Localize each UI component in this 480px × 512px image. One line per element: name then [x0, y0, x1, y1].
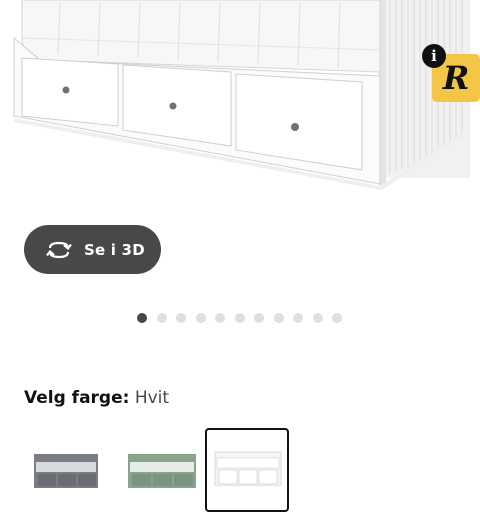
image-carousel-indicator — [137, 313, 342, 323]
product-image[interactable] — [0, 0, 480, 200]
color-option-white-thumbnail — [214, 451, 282, 486]
color-selector-label: Velg farge: Hvit — [24, 388, 169, 408]
selected-color-value: Hvit — [134, 388, 170, 408]
carousel-dot[interactable] — [312, 313, 323, 323]
carousel-dot[interactable] — [215, 313, 225, 323]
carousel-dot[interactable] — [156, 313, 167, 323]
rating-badge[interactable]: i R — [422, 44, 480, 106]
carousel-dot[interactable] — [254, 313, 264, 323]
color-swatch-list — [24, 428, 480, 512]
daybed-illustration — [13, 0, 470, 190]
carousel-dot[interactable] — [273, 313, 284, 323]
carousel-dot[interactable] — [293, 313, 303, 323]
carousel-dot[interactable] — [332, 313, 342, 323]
carousel-dot[interactable] — [195, 313, 206, 323]
info-icon[interactable]: i — [422, 44, 446, 68]
rotate-3d-icon — [46, 241, 72, 258]
view-in-3d-button[interactable]: Se i 3D — [24, 225, 161, 274]
carousel-dot[interactable] — [234, 313, 245, 323]
color-option-white[interactable] — [205, 428, 289, 512]
view-in-3d-label: Se i 3D — [84, 240, 145, 259]
color-option-green[interactable] — [120, 428, 204, 512]
color-option-green-thumbnail — [128, 454, 196, 488]
carousel-dot[interactable] — [176, 313, 186, 323]
color-option-grey[interactable] — [24, 428, 108, 512]
carousel-dot[interactable] — [137, 313, 147, 323]
color-option-grey-thumbnail — [34, 454, 98, 488]
brand-logo-glyph: R — [442, 59, 470, 97]
color-label: Velg farge: — [24, 388, 130, 408]
